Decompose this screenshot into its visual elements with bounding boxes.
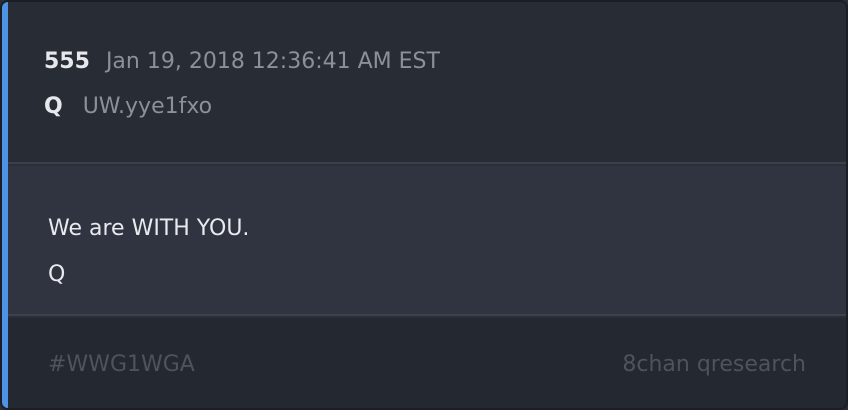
post-source[interactable]: 8chan qresearch [622, 352, 806, 377]
post-meta-row: 555 Jan 19, 2018 12:36:41 AM EST [44, 49, 440, 74]
post-timestamp: Jan 19, 2018 12:36:41 AM EST [105, 49, 440, 74]
post-number[interactable]: 555 [44, 49, 90, 74]
post-hashtag[interactable]: #WWG1WGA [48, 352, 195, 377]
post-footer: #WWG1WGA 8chan qresearch [8, 318, 846, 408]
post-author: Q [44, 94, 63, 119]
post-tripcode: UW.yye1fxo [82, 94, 213, 119]
post-card: 555 Jan 19, 2018 12:36:41 AM EST Q UW.yy… [0, 0, 848, 410]
post-author-row: Q UW.yye1fxo [44, 94, 212, 119]
post-body-line: Q [48, 262, 66, 287]
post-body-line: We are WITH YOU. [48, 216, 250, 241]
post-body: We are WITH YOU. Q [8, 166, 846, 316]
post-header: 555 Jan 19, 2018 12:36:41 AM EST Q UW.yy… [8, 2, 846, 164]
